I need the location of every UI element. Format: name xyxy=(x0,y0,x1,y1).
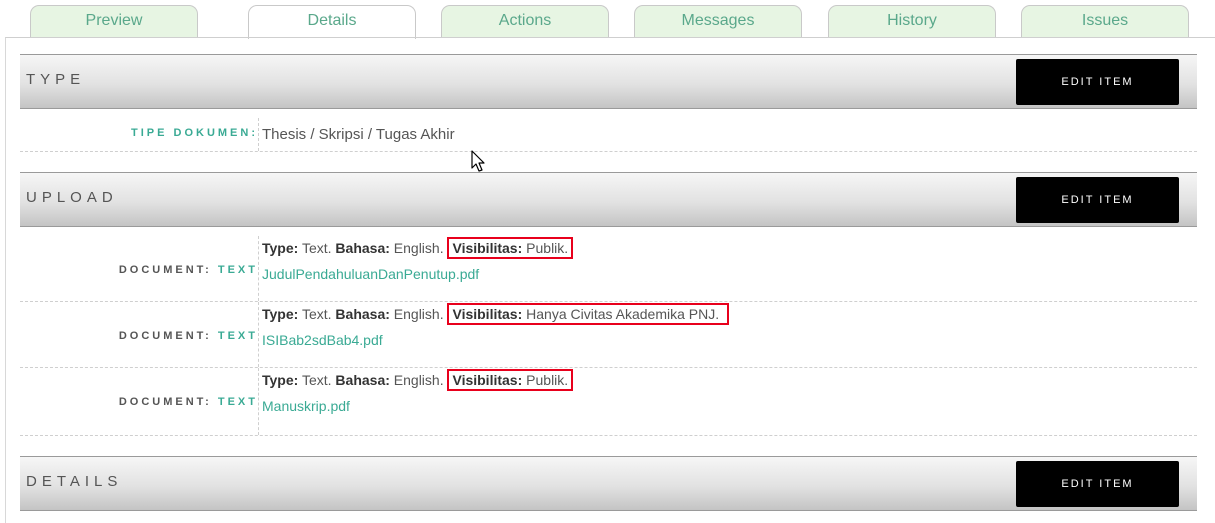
document-meta: Type: Text. Bahasa: English. Visibilitas… xyxy=(262,369,574,391)
tab-details[interactable]: Details xyxy=(248,5,416,39)
section-title-details: DETAILS xyxy=(26,473,123,490)
type-row-label: TIPE DOKUMEN: xyxy=(131,127,258,139)
visibility-highlight: Visibilitas: Hanya Civitas Akademika PNJ… xyxy=(447,303,730,325)
section-title-type: TYPE xyxy=(26,71,86,88)
row-divider xyxy=(258,302,259,367)
visibility-highlight: Visibilitas: Publik. xyxy=(447,369,574,391)
document-file-link[interactable]: ISIBab2sdBab4.pdf xyxy=(262,332,383,348)
type-row: TIPE DOKUMEN: Thesis / Skripsi / Tugas A… xyxy=(20,118,1197,152)
document-row-label: DOCUMENT: TEXT xyxy=(118,330,258,342)
tab-messages[interactable]: Messages xyxy=(634,5,802,38)
document-row-label: DOCUMENT: TEXT xyxy=(118,264,258,276)
document-row: DOCUMENT: TEXT Type: Text. Bahasa: Engli… xyxy=(20,368,1197,436)
section-header-upload: UPLOAD EDIT ITEM xyxy=(20,172,1197,227)
tab-preview[interactable]: Preview xyxy=(30,5,198,38)
tab-bar: Preview Details Actions Messages History… xyxy=(0,0,1215,39)
edit-item-button-upload[interactable]: EDIT ITEM xyxy=(1016,177,1179,223)
section-header-details: DETAILS EDIT ITEM xyxy=(20,456,1197,511)
row-divider xyxy=(258,118,259,151)
tab-actions[interactable]: Actions xyxy=(441,5,609,38)
edit-item-button-type[interactable]: EDIT ITEM xyxy=(1016,59,1179,105)
mouse-cursor-icon xyxy=(471,150,485,172)
section-title-upload: UPLOAD xyxy=(26,189,118,206)
document-meta: Type: Text. Bahasa: English. Visibilitas… xyxy=(262,303,730,325)
document-file-link[interactable]: JudulPendahuluanDanPenutup.pdf xyxy=(262,266,479,282)
edit-item-button-details[interactable]: EDIT ITEM xyxy=(1016,461,1179,507)
section-header-type: TYPE EDIT ITEM xyxy=(20,54,1197,109)
document-row: DOCUMENT: TEXT Type: Text. Bahasa: Engli… xyxy=(20,302,1197,368)
visibility-highlight: Visibilitas: Publik. xyxy=(447,237,574,259)
tab-history[interactable]: History xyxy=(828,5,996,38)
document-file-link[interactable]: Manuskrip.pdf xyxy=(262,398,350,414)
document-row-label: DOCUMENT: TEXT xyxy=(118,396,258,408)
document-meta: Type: Text. Bahasa: English. Visibilitas… xyxy=(262,237,574,259)
tab-issues[interactable]: Issues xyxy=(1021,5,1189,38)
row-divider xyxy=(258,368,259,435)
row-divider xyxy=(258,236,259,301)
type-row-value: Thesis / Skripsi / Tugas Akhir xyxy=(262,126,455,143)
document-row: DOCUMENT: TEXT Type: Text. Bahasa: Engli… xyxy=(20,236,1197,302)
